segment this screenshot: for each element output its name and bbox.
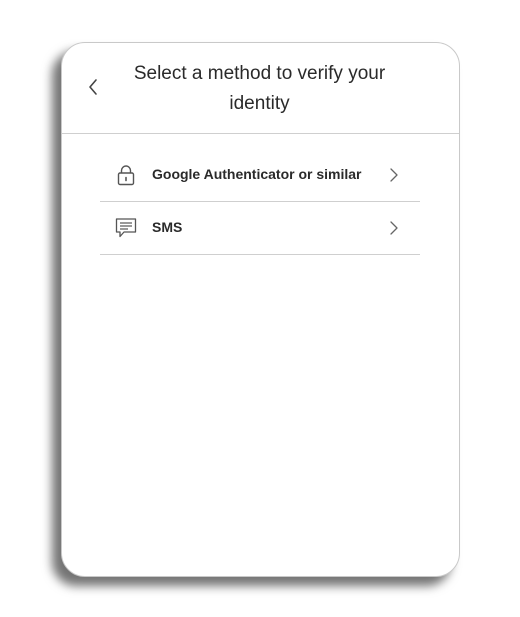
chevron-right-icon	[388, 219, 400, 237]
back-button[interactable]	[80, 73, 106, 101]
method-label: SMS	[152, 219, 183, 235]
method-authenticator-app[interactable]: Google Authenticator or similar	[100, 149, 420, 202]
page-title: Select a method to verify your identity	[133, 63, 386, 114]
method-label: Google Authenticator or similar	[152, 166, 362, 182]
message-icon	[115, 216, 137, 240]
method-list: Google Authenticator or similar SMS	[100, 149, 420, 255]
chevron-right-icon	[388, 166, 400, 184]
chevron-left-icon	[89, 79, 97, 95]
verify-method-card: Select a method to verify your identity …	[61, 42, 460, 577]
lock-icon	[115, 163, 137, 187]
method-sms[interactable]: SMS	[100, 202, 420, 255]
header: Select a method to verify your identity	[62, 43, 459, 134]
